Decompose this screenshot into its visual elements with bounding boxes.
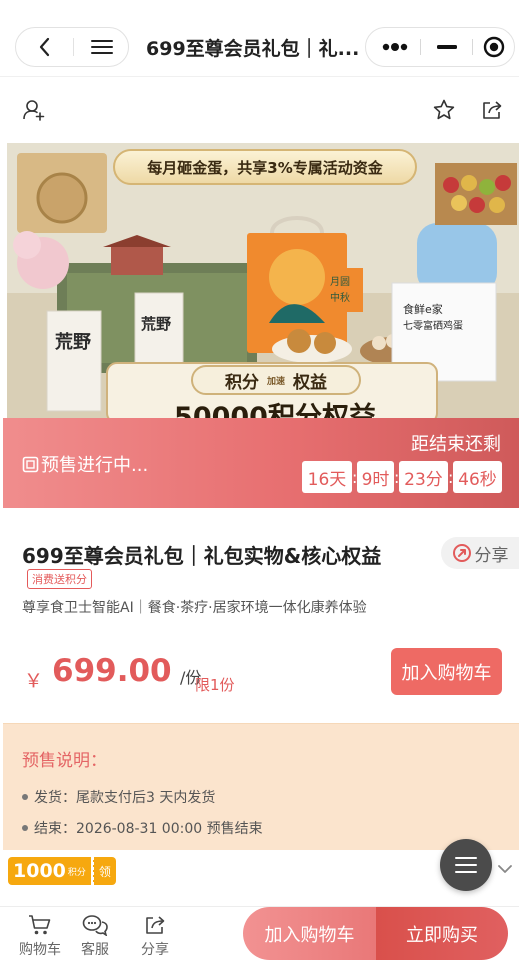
presale-note-item: 发货：尾款支付后3 天内发货 xyxy=(22,787,215,807)
svg-text:食鲜e家: 食鲜e家 xyxy=(403,302,443,316)
top-share-button[interactable] xyxy=(479,97,505,123)
buy-now-button[interactable]: 立即购买 xyxy=(376,907,508,960)
record-circle-icon xyxy=(483,36,505,58)
coupon-amount: 1000 积分 xyxy=(8,857,91,885)
product-subtitle: 尊享食卫士智能AI｜餐食·茶疗·居家环境一体化康养体验 xyxy=(22,600,367,616)
countdown-hours: 9时 xyxy=(357,461,394,493)
bottom-add-to-cart-button[interactable]: 加入购物车 xyxy=(243,907,376,960)
banner-points-label: 积分 加速 权益 xyxy=(191,365,361,395)
mini-program-capsule xyxy=(365,27,515,67)
presale-note-text: 发货：尾款支付后3 天内发货 xyxy=(34,790,216,806)
menu-icon xyxy=(90,40,113,54)
cart-tab[interactable]: 购物车 xyxy=(12,913,68,963)
chat-icon xyxy=(82,915,108,936)
price-value: 699.00 xyxy=(52,653,172,689)
home-menu-button[interactable] xyxy=(73,28,130,66)
price-row: ￥ 699.00 /份 限1份 xyxy=(22,650,382,700)
chevron-left-icon xyxy=(39,37,49,57)
svg-text:荒野: 荒野 xyxy=(141,315,171,333)
countdown-label: 距结束还剩 xyxy=(411,434,501,455)
more-dots-icon xyxy=(382,43,408,51)
page-title: 699至尊会员礼包｜礼... xyxy=(146,38,360,60)
presale-note-item: 结束：2026-08-31 00:00 预售结束 xyxy=(22,818,263,838)
svg-text:中秋: 中秋 xyxy=(330,291,350,304)
product-title: 699至尊会员礼包｜礼包实物&核心权益 xyxy=(22,544,382,568)
coupon-expand-button[interactable] xyxy=(494,858,516,880)
svg-text:七零富硒鸡蛋: 七零富硒鸡蛋 xyxy=(403,319,463,332)
countdown-days: 16天 xyxy=(302,461,352,493)
favorite-button[interactable] xyxy=(431,97,457,123)
presale-notes-title: 预售说明： xyxy=(22,751,107,771)
points-tag: 消费送积分 xyxy=(27,569,92,589)
share-label: 分享 xyxy=(474,545,509,566)
banner-points-sep: 加速 xyxy=(266,376,285,387)
presale-countdown-bar: 预售进行中... 距结束还剩 16天 : 9时 : 23分 : 46秒 xyxy=(3,418,519,508)
purchase-limit: 限1份 xyxy=(195,676,235,694)
more-button[interactable] xyxy=(372,28,418,66)
presale-notes: 预售说明： 发货：尾款支付后3 天内发货 结束：2026-08-31 00:00… xyxy=(3,723,519,850)
countdown-timer: 16天 : 9时 : 23分 : 46秒 xyxy=(302,461,502,493)
presale-icon xyxy=(22,456,39,472)
svg-text:荒野: 荒野 xyxy=(54,331,91,353)
close-button[interactable] xyxy=(474,28,514,66)
star-icon xyxy=(433,99,455,120)
bullet-icon xyxy=(22,825,28,831)
product-share-button[interactable]: 分享 xyxy=(441,537,519,569)
coupon-amount-value: 1000 xyxy=(13,860,66,882)
menu-icon-line xyxy=(455,871,477,873)
action-row xyxy=(0,76,519,142)
coupon-amount-unit: 积分 xyxy=(67,867,86,878)
cart-tab-label: 购物车 xyxy=(19,942,61,958)
presale-status-text: 预售进行中... xyxy=(41,455,149,476)
mini-program-navbar: 699至尊会员礼包｜礼... xyxy=(0,0,519,76)
minimize-button[interactable] xyxy=(424,28,470,66)
share-icon xyxy=(452,544,471,562)
menu-icon-line xyxy=(455,864,477,866)
share-tab-label: 分享 xyxy=(141,942,169,958)
banner-points-left: 积分 xyxy=(224,372,259,393)
share-icon xyxy=(146,916,165,934)
countdown-seconds: 46秒 xyxy=(453,461,502,493)
bottom-action-bar: 购物车 客服 分享 加入购物车 立即购买 xyxy=(0,906,519,965)
presale-status: 预售进行中... xyxy=(22,451,148,477)
chevron-down-icon xyxy=(498,865,512,873)
capsule-divider xyxy=(472,39,473,55)
presale-note-text: 结束：2026-08-31 00:00 预售结束 xyxy=(34,821,263,837)
share-tab[interactable]: 分享 xyxy=(127,913,183,963)
banner-points-right: 权益 xyxy=(293,372,327,393)
follow-button[interactable] xyxy=(21,97,47,123)
countdown-minutes: 23分 xyxy=(399,461,448,493)
service-tab[interactable]: 客服 xyxy=(67,913,123,963)
nav-pill xyxy=(15,27,129,67)
service-tab-label: 客服 xyxy=(81,942,109,958)
floating-menu-button[interactable] xyxy=(440,839,492,891)
share-icon xyxy=(483,101,502,119)
product-banner-image[interactable]: 荒野 荒野 月圆 中秋 食鲜e家 七零富硒鸡蛋 每月砸金蛋，共享3%专属活动资金… xyxy=(7,143,519,419)
add-to-cart-button[interactable]: 加入购物车 xyxy=(391,648,502,695)
bullet-icon xyxy=(22,794,28,800)
minimize-icon xyxy=(437,45,457,49)
capsule-divider xyxy=(420,39,421,55)
add-user-icon xyxy=(23,100,45,121)
currency-symbol: ￥ xyxy=(24,670,44,692)
coupon-claim-button[interactable]: 领 xyxy=(92,857,116,885)
points-coupon[interactable]: 1000 积分 领 xyxy=(8,857,116,885)
cart-icon xyxy=(29,915,51,935)
banner-headline: 每月砸金蛋，共享3%专属活动资金 xyxy=(113,149,417,185)
back-button[interactable] xyxy=(16,28,73,66)
svg-text:月圆: 月圆 xyxy=(330,276,350,288)
menu-icon-line xyxy=(455,857,477,859)
banner-big-text: 50000积分权益 xyxy=(174,402,376,419)
